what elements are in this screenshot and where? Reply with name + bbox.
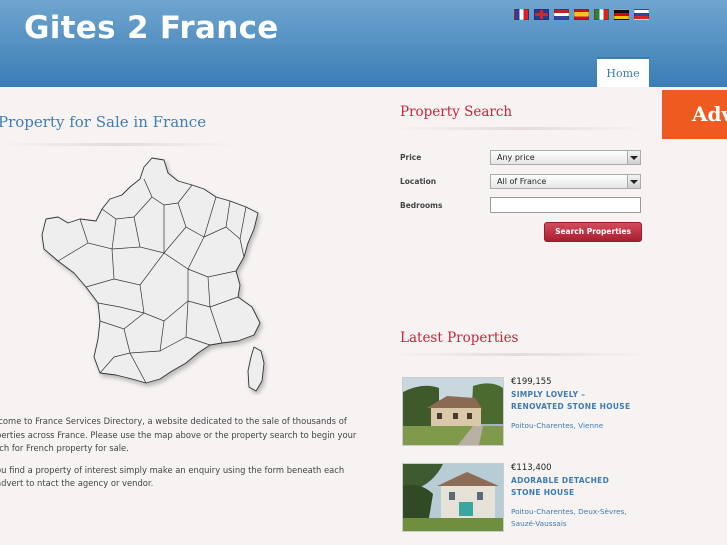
intro-paragraph: ou find a property of interest simply ma… <box>0 464 345 489</box>
site-logo[interactable]: Gites 2 France <box>24 10 279 46</box>
search-properties-button[interactable]: Search Properties <box>544 222 642 242</box>
language-flags <box>514 9 649 20</box>
property-price: €113,400 <box>511 463 552 473</box>
nav-home-tab[interactable]: Home <box>597 57 649 87</box>
location-select[interactable]: All of France <box>490 174 641 189</box>
price-select-value: Any price <box>497 153 535 162</box>
location-label: Location <box>400 177 437 186</box>
search-divider <box>392 127 647 130</box>
title-divider <box>0 143 235 146</box>
advertise-tab[interactable]: Adv <box>662 90 727 139</box>
property-search-title: Property Search <box>400 104 513 120</box>
chevron-down-icon <box>627 151 640 164</box>
france-regions-map[interactable] <box>40 157 270 395</box>
price-label: Price <box>400 153 422 162</box>
property-location-link[interactable]: Poitou-Charentes, Vienne <box>511 420 639 432</box>
french-flag-icon[interactable] <box>514 9 529 20</box>
latest-divider <box>392 353 647 356</box>
russian-flag-icon[interactable] <box>634 9 649 20</box>
bedrooms-label: Bedrooms <box>400 201 443 210</box>
intro-text: lcome to France Services Directory, a we… <box>0 415 364 499</box>
english-flag-icon[interactable] <box>534 9 549 20</box>
property-title-link[interactable]: ADORABLE DETACHED STONE HOUSE <box>511 475 639 498</box>
price-select[interactable]: Any price <box>490 150 641 165</box>
intro-paragraph: lcome to France Services Directory, a we… <box>0 416 357 453</box>
page-title: Property for Sale in France <box>0 113 207 131</box>
dutch-flag-icon[interactable] <box>554 9 569 20</box>
latest-properties-title: Latest Properties <box>400 330 519 346</box>
italian-flag-icon[interactable] <box>594 9 609 20</box>
site-header: Gites 2 France Home <box>0 0 727 87</box>
location-select-value: All of France <box>497 177 547 186</box>
property-photo[interactable] <box>402 377 504 446</box>
property-title-link[interactable]: SIMPLY LOVELY – RENOVATED STONE HOUSE <box>511 389 639 412</box>
spanish-flag-icon[interactable] <box>574 9 589 20</box>
bedrooms-input[interactable] <box>490 197 641 213</box>
map-corsica <box>247 346 265 392</box>
german-flag-icon[interactable] <box>614 9 629 20</box>
property-location-link[interactable]: Poitou-Charentes, Deux-Sèvres, Sauzé-Vau… <box>511 506 639 529</box>
chevron-down-icon <box>627 175 640 188</box>
property-photo[interactable] <box>402 463 504 532</box>
property-price: €199,155 <box>511 377 552 387</box>
